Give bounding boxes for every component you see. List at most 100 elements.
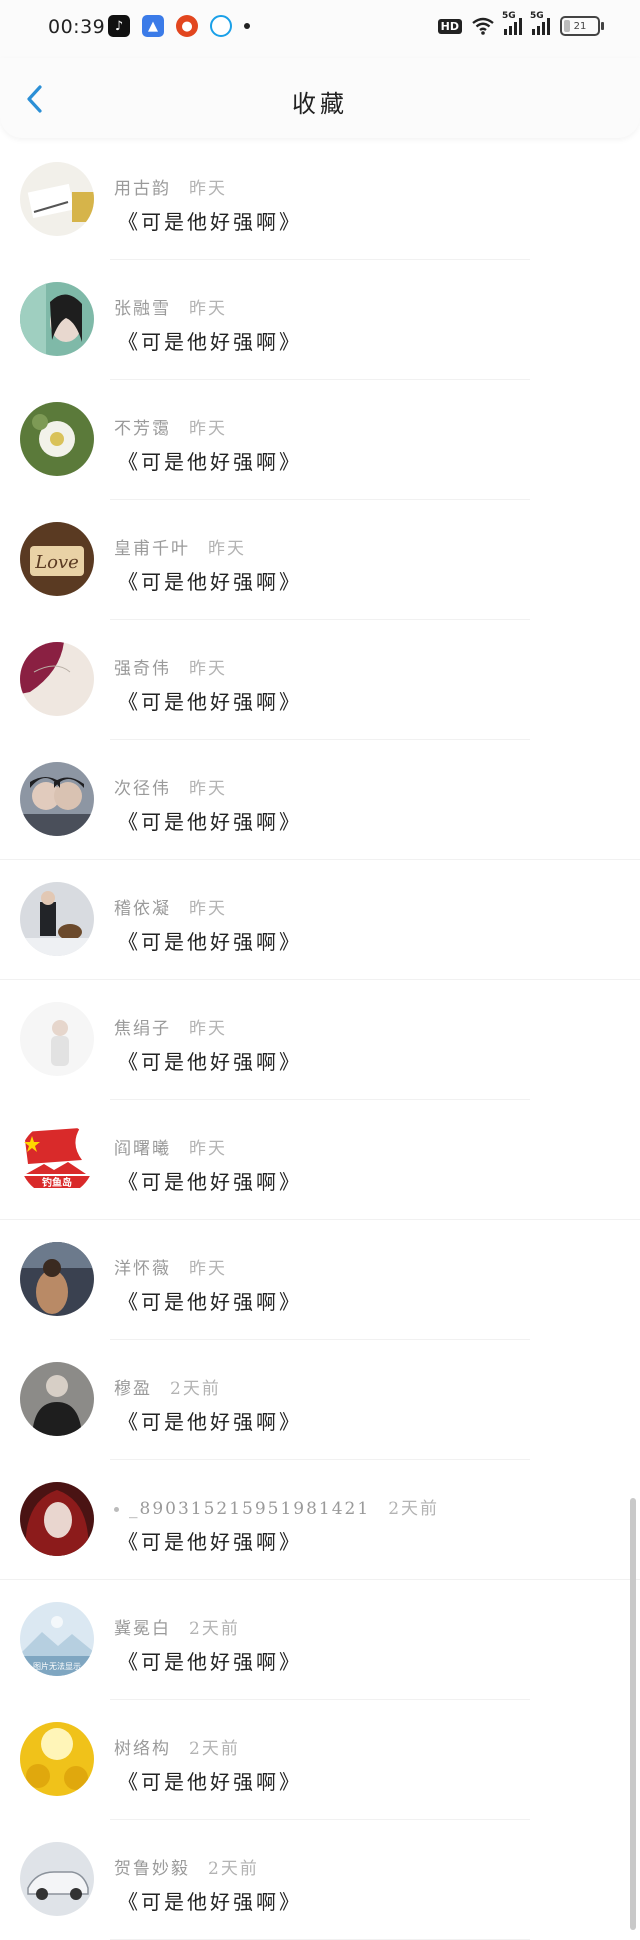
svg-text:图片无法显示: 图片无法显示: [33, 1661, 81, 1671]
more-notifications-dot: [244, 23, 250, 29]
page-title: 收藏: [292, 90, 348, 118]
favorited-title: 《可是他好强啊》: [118, 1410, 302, 1434]
username-text: 阎曙曦: [114, 1139, 171, 1159]
avatar[interactable]: [20, 162, 94, 236]
svg-text:钓鱼岛: 钓鱼岛: [42, 1176, 72, 1189]
favorited-title: 《可是他好强啊》: [118, 930, 302, 954]
username-text: 树络构: [114, 1739, 171, 1759]
username: 穆盈 2天前: [114, 1374, 221, 1399]
list-item[interactable]: 树络构 2天前《可是他好强啊》: [0, 1700, 640, 1820]
username-text: 次径伟: [114, 779, 171, 799]
username: 用古韵 昨天: [114, 174, 227, 199]
list-item[interactable]: 强奇伟 昨天《可是他好强啊》: [0, 620, 640, 740]
battery-icon: 21: [560, 16, 604, 36]
favorited-title: 《可是他好强啊》: [118, 330, 302, 354]
username: 贺鲁妙毅 2天前: [114, 1854, 259, 1879]
avatar[interactable]: Love: [20, 522, 94, 596]
avatar[interactable]: [20, 1482, 94, 1556]
avatar[interactable]: [20, 1722, 94, 1796]
username-text: 强奇伟: [114, 659, 171, 679]
username-text: 洋怀薇: [114, 1259, 171, 1279]
red-app-icon: ●: [176, 15, 198, 37]
list-item[interactable]: 焦绢子 昨天《可是他好强啊》: [0, 980, 640, 1100]
username-text: 穆盈: [114, 1379, 152, 1399]
username-text: 张融雪: [114, 299, 171, 319]
timestamp: 昨天: [208, 539, 246, 559]
status-bar: 00:39 ♪ ▲ ● HD 5G 5G 21: [0, 0, 640, 58]
username: 冀冕白 2天前: [114, 1614, 240, 1639]
username: 树络构 2天前: [114, 1734, 240, 1759]
avatar[interactable]: [20, 1362, 94, 1436]
avatar[interactable]: [20, 1242, 94, 1316]
favorited-title: 《可是他好强啊》: [118, 1050, 302, 1074]
timestamp: 2天前: [189, 1739, 240, 1759]
list-item[interactable]: 贺鲁妙毅 2天前 《可是他好强啊》: [0, 1820, 640, 1940]
username: 不芳霭 昨天: [114, 414, 227, 439]
avatar[interactable]: 图片无法显示: [20, 1602, 94, 1676]
list-item[interactable]: 穆盈 2天前《可是他好强啊》: [0, 1340, 640, 1460]
wifi-icon: [472, 17, 494, 35]
timestamp: 2天前: [170, 1379, 221, 1399]
list-item[interactable]: 钓鱼岛 阎曙曦 昨天《可是他好强啊》: [0, 1100, 640, 1220]
list-item[interactable]: 洋怀薇 昨天《可是他好强啊》: [0, 1220, 640, 1340]
username: 张融雪 昨天: [114, 294, 227, 319]
timestamp: 2天前: [189, 1619, 240, 1639]
username-text: 贺鲁妙毅: [114, 1859, 190, 1879]
username: 阎曙曦 昨天: [114, 1134, 227, 1159]
favorited-title: 《可是他好强啊》: [118, 1770, 302, 1794]
username: 焦绢子 昨天: [114, 1014, 227, 1039]
avatar[interactable]: [20, 642, 94, 716]
tiktok-icon: ♪: [108, 15, 130, 37]
list-item[interactable]: 用古韵 昨天 《可是他好强啊》: [0, 140, 640, 260]
notification-icons: ♪ ▲ ●: [108, 15, 250, 37]
favorited-title: 《可是他好强啊》: [118, 570, 302, 594]
favorited-title: 《可是他好强啊》: [118, 810, 302, 834]
list-item[interactable]: 图片无法显示 冀冕白 2天前《可是他好强啊》: [0, 1580, 640, 1700]
scrollbar[interactable]: [630, 1498, 636, 1930]
favorited-title: 《可是他好强啊》: [118, 1170, 302, 1194]
list-item[interactable]: Love 皇甫千叶 昨天《可是他好强啊》: [0, 500, 640, 620]
avatar[interactable]: 钓鱼岛: [20, 1122, 94, 1196]
username-text: 焦绢子: [114, 1019, 171, 1039]
timestamp: 昨天: [189, 1019, 227, 1039]
timestamp: 昨天: [189, 1139, 227, 1159]
signal-icon-1: 5G: [502, 11, 522, 35]
favorited-title: 《可是他好强啊》: [118, 1650, 302, 1674]
timestamp: 昨天: [189, 1259, 227, 1279]
avatar[interactable]: [20, 1842, 94, 1916]
username: _890315215951981421 2天前: [114, 1494, 439, 1519]
username-text: 用古韵: [114, 179, 171, 199]
avatar[interactable]: [20, 882, 94, 956]
favorited-title: 《可是他好强啊》: [118, 1530, 302, 1554]
nav-header: 收藏: [0, 58, 640, 138]
username: 强奇伟 昨天: [114, 654, 227, 679]
blue-app-icon: ▲: [142, 15, 164, 37]
list-item[interactable]: _890315215951981421 2天前《可是他好强啊》: [0, 1460, 640, 1580]
username: 稽依凝 昨天: [114, 894, 227, 919]
signal-icon-2: 5G: [530, 11, 550, 35]
timestamp: 昨天: [189, 299, 227, 319]
network-type-1: 5G: [502, 11, 516, 21]
battery-fill: [564, 20, 570, 32]
timestamp: 昨天: [189, 899, 227, 919]
timestamp: 昨天: [189, 179, 227, 199]
avatar[interactable]: [20, 1002, 94, 1076]
battery-level: 21: [573, 20, 587, 32]
timestamp: 昨天: [189, 659, 227, 679]
timestamp: 2天前: [388, 1499, 440, 1519]
username-text: 稽依凝: [114, 899, 171, 919]
list-item[interactable]: 张融雪 昨天《可是他好强啊》: [0, 260, 640, 380]
username-text: 皇甫千叶: [114, 539, 190, 559]
list-item[interactable]: 不芳霭 昨天 《可是他好强啊》: [0, 380, 640, 500]
list-item[interactable]: 稽依凝 昨天《可是他好强啊》: [0, 860, 640, 980]
username: 皇甫千叶 昨天: [114, 534, 246, 559]
avatar[interactable]: [20, 762, 94, 836]
hd-badge: HD: [437, 18, 462, 34]
fish-app-icon: [210, 15, 232, 37]
favorited-title: 《可是他好强啊》: [118, 690, 302, 714]
avatar[interactable]: [20, 282, 94, 356]
timestamp: 昨天: [189, 779, 227, 799]
list-item[interactable]: 次径伟 昨天《可是他好强啊》: [0, 740, 640, 860]
avatar[interactable]: [20, 402, 94, 476]
favorited-title: 《可是他好强啊》: [118, 1290, 302, 1314]
